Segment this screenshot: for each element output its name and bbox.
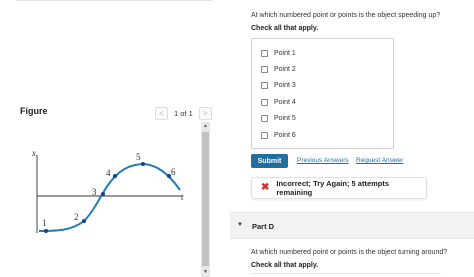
choice-label: Point 6 [274,131,296,139]
next-figure-button[interactable]: > [198,106,212,120]
checkbox[interactable] [261,98,268,106]
choice-label: Point 3 [274,81,296,89]
checkbox[interactable] [261,81,268,89]
part-c-instruction: Check all that apply. [251,25,319,32]
scrollbar-thumb[interactable] [202,132,209,266]
point-3-label: 3 [92,187,97,197]
part-d-header[interactable]: ▼ Part D [230,212,474,239]
point-5-label: 5 [136,152,141,162]
previous-answers-link[interactable]: Previous Answers [297,157,349,164]
feedback-box: ✖ Incorrect; Try Again; 5 attempts remai… [251,177,427,199]
figure-pager: < 1 of 1 > [155,106,212,120]
checkbox[interactable] [261,65,268,73]
collapse-arrow-icon[interactable]: ▼ [237,222,243,228]
point-2-marker [82,219,86,223]
point-3-marker [101,192,105,196]
choice-point-4[interactable]: Point 4 [261,97,296,107]
question-panel: At which numbered point or points is the… [230,0,474,277]
incorrect-icon: ✖ [261,182,270,193]
choice-label: Point 4 [274,98,296,106]
point-6-label: 6 [171,167,176,177]
choice-label: Point 1 [274,49,296,57]
t-axis-label: t [181,192,184,202]
point-5-marker [141,162,145,166]
position-time-graph: x t 1 2 3 4 5 6 [31,148,184,233]
point-1-label: 1 [42,218,47,228]
figure-scrollbar[interactable]: ▲ ▼ [201,122,210,277]
divider [16,0,212,1]
scroll-down-icon[interactable]: ▼ [202,269,209,275]
figure-title: Figure [20,106,48,116]
checkbox[interactable] [261,131,268,139]
checkbox[interactable] [261,49,268,57]
point-1-marker [44,229,48,233]
scroll-up-icon[interactable]: ▲ [202,123,209,129]
answer-choices: Point 1 Point 2 Point 3 Point 4 Point 5 … [251,38,394,149]
point-4-label: 4 [106,168,111,178]
choice-point-3[interactable]: Point 3 [261,80,296,90]
choice-point-1[interactable]: Point 1 [261,48,296,58]
part-c-question: At which numbered point or points is the… [251,12,441,19]
submit-button[interactable]: Submit [251,154,288,168]
point-4-marker [113,174,117,178]
figure-panel: Figure < 1 of 1 > x t 1 2 3 4 5 6 ▲ ▼ [0,0,212,277]
checkbox[interactable] [261,114,268,122]
point-2-label: 2 [74,212,79,222]
part-d-instruction: Check all that apply. [251,262,319,269]
x-axis-label: x [31,148,36,158]
choice-point-6[interactable]: Point 6 [261,130,296,140]
part-d-question: At which numbered point or points is the… [251,249,448,256]
choice-label: Point 5 [274,114,296,122]
choice-point-2[interactable]: Point 2 [261,64,296,74]
prev-figure-button[interactable]: < [155,106,168,120]
divider [251,273,441,274]
part-d-title: Part D [252,222,275,231]
request-answer-link[interactable]: Request Answer [356,157,403,164]
choice-label: Point 2 [274,65,296,73]
choice-point-5[interactable]: Point 5 [261,113,296,123]
figure-page-indicator: 1 of 1 [174,108,193,118]
feedback-message: Incorrect; Try Again; 5 attempts remaini… [276,179,390,197]
